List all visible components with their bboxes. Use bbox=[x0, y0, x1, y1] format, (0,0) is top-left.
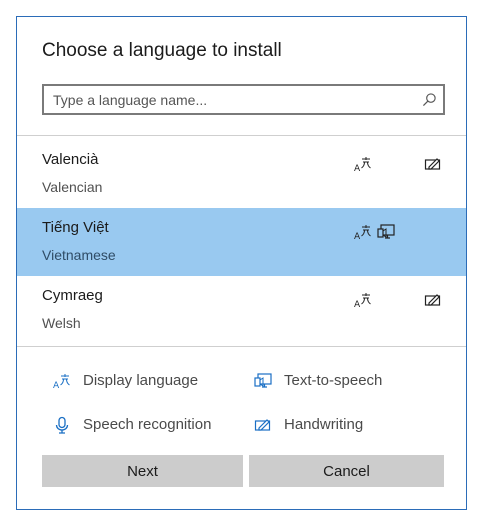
legend-label: Text-to-speech bbox=[284, 372, 383, 389]
language-item-welsh[interactable]: Cymraeg Welsh A bbox=[17, 276, 466, 344]
search-box[interactable] bbox=[42, 84, 445, 115]
install-language-dialog: Choose a language to install Valencià Va… bbox=[16, 16, 467, 510]
svg-text:A: A bbox=[354, 164, 361, 173]
language-item-valencian[interactable]: Valencià Valencian A bbox=[17, 140, 466, 208]
handwriting-icon bbox=[424, 294, 441, 306]
svg-text:A: A bbox=[354, 232, 361, 241]
handwriting-icon bbox=[424, 158, 441, 170]
speech-recognition-icon bbox=[55, 416, 69, 434]
display-language-icon: A bbox=[354, 157, 371, 173]
feature-legend: A Display language Text-to-speech Speech… bbox=[17, 355, 466, 445]
legend-label: Speech recognition bbox=[83, 416, 212, 433]
divider bbox=[17, 135, 466, 136]
divider bbox=[17, 346, 466, 347]
cancel-button[interactable]: Cancel bbox=[249, 455, 444, 487]
text-to-speech-icon bbox=[254, 373, 272, 388]
legend-label: Handwriting bbox=[284, 416, 364, 433]
language-item-vietnamese[interactable]: Tiếng Việt Vietnamese A bbox=[17, 208, 466, 276]
language-native-name: Tiếng Việt bbox=[42, 219, 109, 236]
display-language-icon: A bbox=[354, 293, 371, 309]
display-language-icon: A bbox=[354, 225, 371, 241]
language-native-name: Valencià bbox=[42, 151, 99, 168]
search-input[interactable] bbox=[44, 86, 414, 113]
language-list[interactable]: Valencià Valencian A Tiếng Việt Vietname… bbox=[17, 140, 466, 344]
legend-label: Display language bbox=[83, 372, 199, 389]
language-native-name: Cymraeg bbox=[42, 287, 103, 304]
next-button[interactable]: Next bbox=[42, 455, 243, 487]
svg-text:A: A bbox=[53, 381, 60, 390]
language-english-name: Vietnamese bbox=[42, 247, 116, 263]
language-english-name: Valencian bbox=[42, 179, 103, 195]
dialog-title: Choose a language to install bbox=[42, 40, 282, 61]
language-english-name: Welsh bbox=[42, 315, 81, 331]
handwriting-icon bbox=[254, 419, 271, 431]
svg-text:A: A bbox=[354, 300, 361, 309]
display-language-icon: A bbox=[53, 374, 70, 390]
search-icon[interactable] bbox=[422, 92, 437, 107]
text-to-speech-icon bbox=[377, 224, 395, 239]
